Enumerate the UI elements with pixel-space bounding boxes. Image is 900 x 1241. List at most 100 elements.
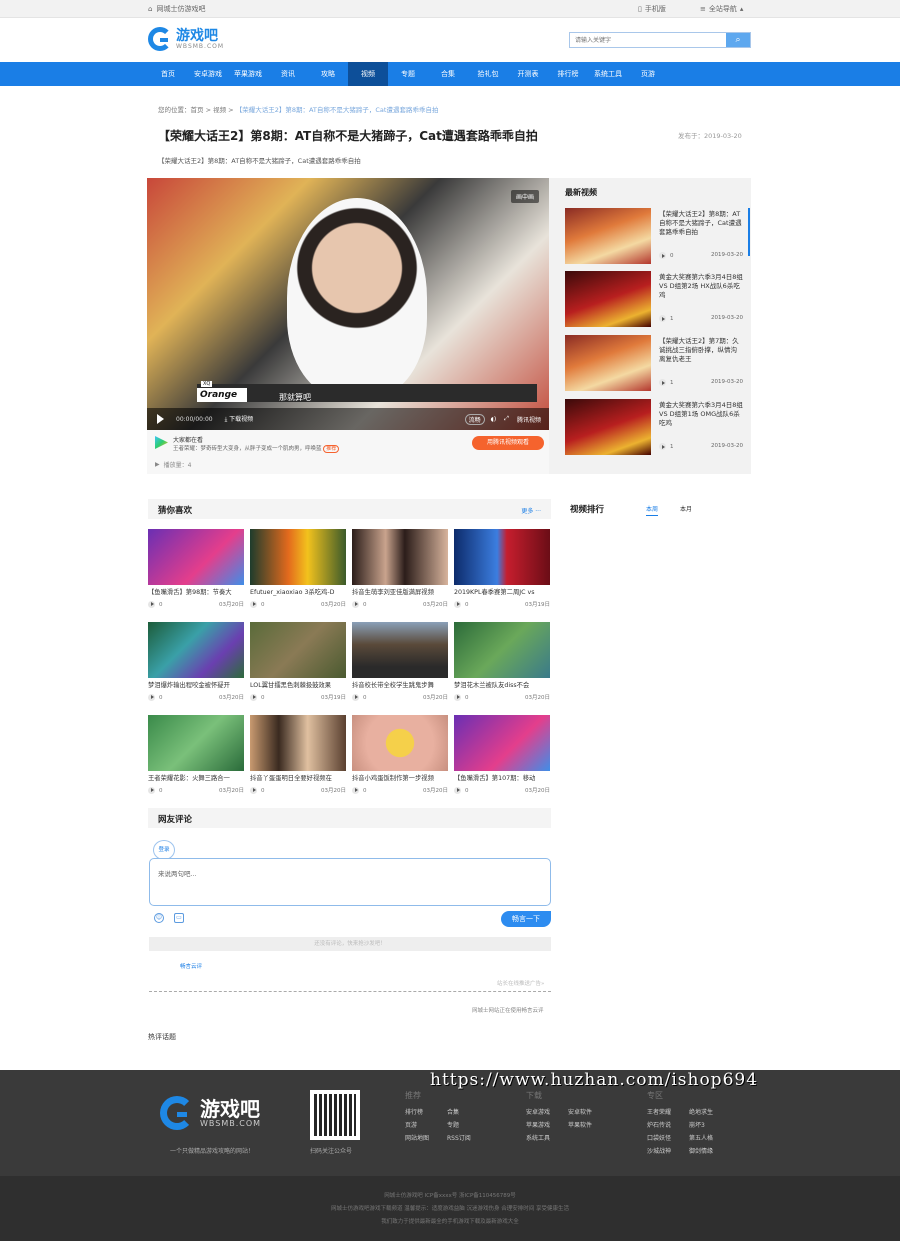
video-title[interactable]: 王者荣耀花影：火舞三路合一 [148, 773, 244, 782]
video-card[interactable]: LOL翼甘擂黑色刺棘扱鼓效果 0 03月19日 [250, 622, 346, 710]
video-thumbnail[interactable] [148, 622, 244, 678]
nav-item-home[interactable]: 首页 [148, 62, 188, 86]
footer-logo[interactable]: 游戏吧 WBSMB.COM [160, 1096, 261, 1130]
video-card[interactable]: 抖音小鸡蛋饭制作第一步视频 0 03月20日 [352, 715, 448, 803]
video-thumbnail[interactable] [148, 715, 244, 771]
video-thumbnail[interactable] [352, 622, 448, 678]
breadcrumb-section[interactable]: 视频 [213, 106, 226, 114]
footer-link[interactable]: 苹果游戏 [526, 1120, 568, 1129]
site-nav-dropdown[interactable]: ≡ 全站导航 ▴ [700, 4, 743, 14]
video-title[interactable]: 2019KPL春季赛第二周JC vs [454, 587, 550, 596]
nav-item-collections[interactable]: 合集 [428, 62, 468, 86]
footer-link[interactable]: 苹果软件 [568, 1120, 610, 1129]
footer-link[interactable]: 网站地图 [405, 1133, 447, 1142]
footer-link[interactable]: 口袋妖怪 [647, 1133, 689, 1142]
video-thumbnail[interactable] [352, 529, 448, 585]
nav-item-videos[interactable]: 视频 [348, 62, 388, 86]
nav-item-test-schedule[interactable]: 开测表 [508, 62, 548, 86]
video-thumbnail[interactable] [352, 715, 448, 771]
latest-video-title[interactable]: 黄金大奖赛第六季3月4日8组 VS D组第2场 HX战队6杀吃鸡 [659, 273, 743, 300]
video-title[interactable]: LOL翼甘擂黑色刺棘扱鼓效果 [250, 680, 346, 689]
latest-video-item[interactable]: 【荣耀大话王2】第7期：久诚挑战三指俯卧撑，纵情沟离复仇老王 1 2019-03-… [565, 335, 745, 393]
search-button[interactable]: ⌕ [726, 33, 750, 47]
download-video-button[interactable]: ⤓ 下载视频 [225, 414, 254, 424]
video-thumbnail[interactable] [250, 715, 346, 771]
home-link[interactable]: ⌂ 网城士仿游戏吧 [148, 4, 205, 14]
video-thumbnail[interactable] [148, 529, 244, 585]
video-title[interactable]: 梦泪花木兰被队友diss不会 [454, 680, 550, 689]
video-thumbnail[interactable] [454, 715, 550, 771]
video-title[interactable]: 抖音小鸡蛋饭制作第一步视频 [352, 773, 448, 782]
latest-video-title[interactable]: 【荣耀大话王2】第8期：AT自称不是大猪蹄子，Cat遭遇套路乖乖自拍 [659, 210, 743, 237]
nav-item-system-tools[interactable]: 系统工具 [588, 62, 628, 86]
nav-item-news[interactable]: 资讯 [268, 62, 308, 86]
footer-link[interactable]: 崩坏3 [689, 1120, 731, 1129]
latest-video-title[interactable]: 黄金大奖赛第六季3月4日8组 VS D组第1场 OMG战队6杀吃鸡 [659, 401, 743, 428]
video-card[interactable]: 抖音丫蛋蛋明日全要好视频在 0 03月20日 [250, 715, 346, 803]
video-title[interactable]: 抖音丫蛋蛋明日全要好视频在 [250, 773, 346, 782]
footer-link[interactable]: 炉石传说 [647, 1120, 689, 1129]
quality-button[interactable]: 流畅 [464, 413, 485, 425]
changyan-note[interactable]: 网城士网站正在使用畅言云评 [472, 1006, 544, 1014]
footer-link[interactable]: 安卓软件 [568, 1107, 610, 1116]
breadcrumb-home[interactable]: 首页 [191, 106, 204, 114]
footer-link[interactable]: RSS订阅 [447, 1133, 489, 1142]
login-button[interactable]: 登录 [153, 840, 175, 860]
video-card[interactable]: 抖音校长带全校学生跳鬼步舞 0 03月20日 [352, 622, 448, 710]
footer-link[interactable]: 沙城战神 [647, 1146, 689, 1155]
video-card[interactable]: 抖音生萌李刘亚佳版满屏视频 0 03月20日 [352, 529, 448, 617]
video-card[interactable]: 梦泪爆炸输出程咬金被怀疑开 0 03月20日 [148, 622, 244, 710]
video-thumbnail[interactable] [250, 622, 346, 678]
footer-link[interactable]: 合集 [447, 1107, 489, 1116]
video-card[interactable]: 【鱼嘴滑舌】第107期：移动 0 03月20日 [454, 715, 550, 803]
nav-item-web-games[interactable]: 页游 [628, 62, 668, 86]
tab-this-week[interactable]: 本周 [646, 504, 659, 516]
footer-link[interactable]: 绝地求生 [689, 1107, 731, 1116]
footer-link[interactable]: 第五人格 [689, 1133, 731, 1142]
nav-item-android-games[interactable]: 安卓游戏 [188, 62, 228, 86]
nav-item-gifts[interactable]: 拾礼包 [468, 62, 508, 86]
play-icon[interactable] [157, 414, 164, 424]
volume-icon[interactable]: ◖) [491, 416, 497, 423]
comment-textarea[interactable]: 来说两句吧... [149, 858, 551, 906]
video-thumbnail[interactable] [565, 271, 651, 327]
video-thumbnail[interactable] [565, 208, 651, 264]
emoji-icon[interactable]: ☺ [154, 913, 164, 923]
video-player[interactable]: 画中画 XQ Orange 那就算吧 00:00/00:00 ⤓ 下载视频 流畅… [147, 178, 549, 430]
tab-this-month[interactable]: 本月 [680, 504, 692, 513]
footer-link[interactable]: 专题 [447, 1120, 489, 1129]
video-thumbnail[interactable] [565, 335, 651, 391]
video-thumbnail[interactable] [454, 622, 550, 678]
fullscreen-icon[interactable]: ⤢ [504, 415, 509, 423]
ad-link[interactable]: 站长在线推送广告» [497, 979, 544, 987]
video-thumbnail[interactable] [250, 529, 346, 585]
mobile-version-link[interactable]: ▯ 手机版 [638, 4, 666, 14]
search-input[interactable] [570, 33, 726, 47]
video-thumbnail[interactable] [454, 529, 550, 585]
breadcrumb-current[interactable]: 【荣耀大话王2】第8期：AT自称不是大猪蹄子，Cat遭遇套路乖乖自拍 [236, 106, 439, 114]
more-link[interactable]: 更多 ··· [521, 506, 541, 515]
nav-item-apple-games[interactable]: 苹果游戏 [228, 62, 268, 86]
footer-link[interactable]: 排行榜 [405, 1107, 447, 1116]
nav-item-guides[interactable]: 攻略 [308, 62, 348, 86]
video-title[interactable]: 梦泪爆炸输出程咬金被怀疑开 [148, 680, 244, 689]
video-card[interactable]: Efutuer_xiaoxiao 3杀吃鸡-D 0 03月20日 [250, 529, 346, 617]
latest-video-item[interactable]: 【荣耀大话王2】第8期：AT自称不是大猪蹄子，Cat遭遇套路乖乖自拍 0 2019… [565, 208, 745, 266]
footer-link[interactable]: 安卓游戏 [526, 1107, 568, 1116]
video-thumbnail[interactable] [565, 399, 651, 455]
video-card[interactable]: 王者荣耀花影：火舞三路合一 0 03月20日 [148, 715, 244, 803]
latest-video-item[interactable]: 黄金大奖赛第六季3月4日8组 VS D组第2场 HX战队6杀吃鸡 1 2019-0… [565, 271, 745, 329]
video-title[interactable]: 【鱼嘴滑舌】第107期：移动 [454, 773, 550, 782]
picture-in-picture-button[interactable]: 画中画 [510, 190, 539, 203]
video-card[interactable]: 【鱼嘴滑舌】第98期：节奏大 0 03月20日 [148, 529, 244, 617]
video-title[interactable]: Efutuer_xiaoxiao 3杀吃鸡-D [250, 587, 346, 596]
video-title[interactable]: 【鱼嘴滑舌】第98期：节奏大 [148, 587, 244, 596]
footer-link[interactable]: 系统工具 [526, 1133, 568, 1142]
site-logo[interactable]: 游戏吧 WBSMB.COM [148, 27, 224, 51]
video-title[interactable]: 抖音校长带全校学生跳鬼步舞 [352, 680, 448, 689]
post-comment-button[interactable]: 畅言一下 [501, 911, 551, 927]
changyan-link[interactable]: 畅言云评 [180, 962, 202, 970]
video-title[interactable]: 抖音生萌李刘亚佳版满屏视频 [352, 587, 448, 596]
scrollbar[interactable] [748, 208, 750, 256]
footer-link[interactable]: 页游 [405, 1120, 447, 1129]
